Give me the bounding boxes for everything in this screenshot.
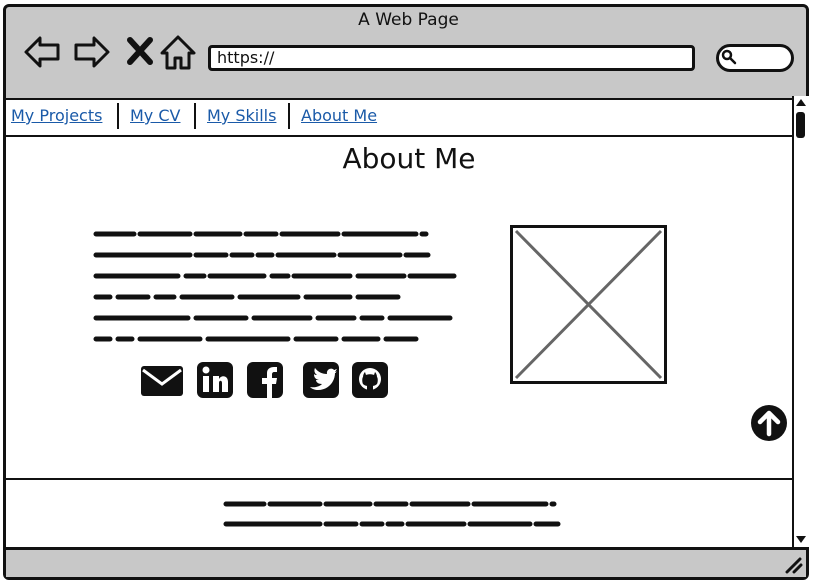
resize-grip-icon[interactable]: [784, 556, 804, 574]
facebook-icon[interactable]: [246, 360, 284, 400]
scroll-down-icon[interactable]: [795, 535, 807, 545]
url-text: https://: [217, 48, 275, 67]
github-icon[interactable]: [351, 360, 389, 400]
text-placeholder: [93, 231, 457, 342]
page-title: About Me: [342, 142, 476, 175]
status-bar: [6, 547, 806, 577]
twitter-icon[interactable]: [302, 360, 340, 400]
footer-divider: [6, 478, 792, 480]
image-placeholder: [510, 225, 667, 384]
tab-about-me[interactable]: About Me: [301, 106, 377, 125]
linkedin-icon[interactable]: [196, 360, 234, 400]
vertical-scrollbar[interactable]: [792, 96, 809, 547]
footer-text-placeholder: [223, 501, 561, 527]
search-icon: [721, 49, 737, 65]
window-title: A Web Page: [358, 10, 459, 30]
scroll-up-icon[interactable]: [795, 97, 807, 107]
arrow-left-icon[interactable]: [22, 32, 62, 72]
envelope-icon[interactable]: [140, 360, 184, 400]
tab-my-cv[interactable]: My CV: [130, 106, 180, 125]
tab-divider: [117, 103, 119, 129]
close-icon[interactable]: [120, 32, 160, 72]
tab-my-projects[interactable]: My Projects: [11, 106, 102, 125]
home-icon[interactable]: [158, 32, 198, 72]
arrow-right-icon[interactable]: [72, 32, 112, 72]
tab-divider: [288, 103, 290, 129]
address-bar[interactable]: [208, 45, 695, 71]
tab-my-skills[interactable]: My Skills: [207, 106, 276, 125]
scrollbar-thumb[interactable]: [796, 112, 805, 138]
tab-divider: [194, 103, 196, 129]
arrow-up-circle-icon[interactable]: [750, 404, 788, 442]
nav-tabbar: [6, 100, 792, 137]
